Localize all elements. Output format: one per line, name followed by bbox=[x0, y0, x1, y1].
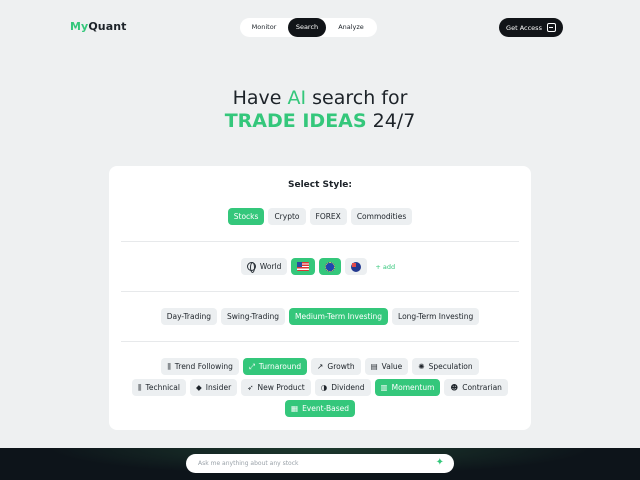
asset-chip-stocks[interactable]: Stocks bbox=[227, 208, 265, 225]
region-chip-eu[interactable] bbox=[319, 258, 342, 275]
asset-chip-crypto[interactable]: Crypto bbox=[268, 208, 306, 225]
strategy-label: Trend Following bbox=[174, 362, 233, 371]
login-icon bbox=[546, 23, 556, 32]
contrarian-icon: ☻ bbox=[450, 382, 459, 392]
strategy-label: Dividend bbox=[331, 383, 365, 392]
tab-monitor[interactable]: Monitor bbox=[240, 18, 288, 37]
get-access-label: Get Access bbox=[506, 23, 542, 32]
strategy-label: Event-Based bbox=[302, 404, 350, 413]
hero-heading: Have AI search for TRADE IDEAS 24/7 bbox=[0, 86, 640, 132]
strategy-label: Contrarian bbox=[462, 383, 502, 392]
hero-trade-ideas: TRADE IDEAS bbox=[224, 110, 367, 132]
asset-chip-forex[interactable]: FOREX bbox=[309, 208, 347, 225]
candlestick-icon: ⫼ bbox=[167, 361, 171, 371]
ask-input[interactable] bbox=[198, 454, 418, 473]
strategy-label: Speculation bbox=[428, 362, 473, 371]
main-nav: Monitor Search Analyze bbox=[240, 18, 377, 37]
candlestick-icon: ⫼ bbox=[138, 382, 142, 392]
strategy-label: Technical bbox=[145, 383, 180, 392]
strategy-row-1: ⫼ Trend Following ⤢ Turnaround ↗ Growth ▤ Va… bbox=[109, 358, 531, 375]
add-region-link[interactable]: + add bbox=[371, 258, 399, 275]
globe-icon bbox=[246, 262, 256, 273]
ask-bar: ✦ bbox=[186, 454, 454, 473]
hero-line1-post: search for bbox=[306, 87, 408, 109]
get-access-button[interactable]: Get Access bbox=[499, 18, 563, 37]
style-panel: Select Style: Stocks Crypto FOREX Commod… bbox=[109, 166, 531, 430]
strategy-chip-momentum[interactable]: ▥ Momentum bbox=[374, 379, 441, 396]
strategy-chip-growth[interactable]: ↗ Growth bbox=[311, 358, 361, 375]
strategy-chip-event-based[interactable]: ▦ Event-Based bbox=[284, 400, 356, 417]
region-row: World + add bbox=[109, 258, 531, 275]
eu-flag-icon bbox=[325, 261, 336, 272]
hero-ai: AI bbox=[287, 87, 307, 109]
horizon-chip-medium-term[interactable]: Medium-Term Investing bbox=[289, 308, 389, 325]
strategy-label: Insider bbox=[205, 383, 232, 392]
brand-logo-part2: Quant bbox=[88, 20, 127, 33]
strategy-label: Momentum bbox=[391, 383, 435, 392]
speculation-icon: ✺ bbox=[418, 361, 425, 371]
horizon-chip-day-trading[interactable]: Day-Trading bbox=[160, 308, 217, 325]
region-chip-australia[interactable] bbox=[345, 258, 368, 275]
strategy-chip-new-product[interactable]: ➶ New Product bbox=[241, 379, 311, 396]
us-flag-icon bbox=[297, 262, 310, 271]
insider-icon: ◆ bbox=[195, 382, 202, 392]
strategy-label: New Product bbox=[257, 383, 305, 392]
strategy-chip-value[interactable]: ▤ Value bbox=[364, 358, 409, 375]
strategy-chip-speculation[interactable]: ✺ Speculation bbox=[412, 358, 479, 375]
strategy-chip-turnaround[interactable]: ⤢ Turnaround bbox=[242, 358, 308, 375]
divider bbox=[121, 341, 519, 342]
hero-line-1: Have AI search for bbox=[0, 86, 640, 110]
strategy-chip-insider[interactable]: ◆ Insider bbox=[189, 379, 238, 396]
value-icon: ▤ bbox=[370, 361, 378, 371]
tab-analyze[interactable]: Analyze bbox=[326, 18, 376, 37]
hero-line2-post: 24/7 bbox=[366, 110, 416, 132]
horizon-row: Day-Trading Swing-Trading Medium-Term In… bbox=[109, 308, 531, 325]
horizon-chip-swing-trading[interactable]: Swing-Trading bbox=[220, 308, 285, 325]
brand-logo[interactable]: MyQuant bbox=[70, 20, 127, 33]
style-panel-title: Select Style: bbox=[288, 180, 352, 190]
australia-flag-icon bbox=[351, 261, 362, 272]
strategy-row-2: ⫼ Technical ◆ Insider ➶ New Product ◑ Divide… bbox=[109, 379, 531, 396]
strategy-label: Turnaround bbox=[258, 362, 302, 371]
brand-logo-part1: My bbox=[70, 20, 89, 33]
strategy-chip-contrarian[interactable]: ☻ Contrarian bbox=[444, 379, 508, 396]
top-bar: MyQuant Monitor Search Analyze Get Acces… bbox=[0, 0, 640, 56]
region-world-label: World bbox=[259, 262, 282, 271]
bottom-bar: ✦ bbox=[0, 448, 640, 480]
turnaround-icon: ⤢ bbox=[248, 361, 255, 371]
sparkle-icon[interactable]: ✦ bbox=[436, 458, 444, 468]
rocket-icon: ➶ bbox=[247, 382, 254, 392]
dividend-icon: ◑ bbox=[320, 382, 328, 392]
divider bbox=[121, 241, 519, 242]
hero-line-2: TRADE IDEAS 24/7 bbox=[0, 110, 640, 132]
hero-line1-pre: Have bbox=[232, 87, 288, 109]
asset-class-row: Stocks Crypto FOREX Commodities bbox=[109, 208, 531, 225]
tab-search[interactable]: Search bbox=[288, 18, 326, 37]
strategy-label: Value bbox=[381, 362, 403, 371]
asset-chip-commodities[interactable]: Commodities bbox=[350, 208, 413, 225]
calendar-icon: ▦ bbox=[290, 403, 299, 413]
divider bbox=[121, 291, 519, 292]
growth-icon: ↗ bbox=[317, 361, 324, 371]
region-chip-us[interactable] bbox=[291, 258, 316, 275]
strategy-label: Growth bbox=[327, 362, 355, 371]
horizon-chip-long-term[interactable]: Long-Term Investing bbox=[392, 308, 480, 325]
strategy-chip-dividend[interactable]: ◑ Dividend bbox=[314, 379, 371, 396]
bar-chart-icon: ▥ bbox=[380, 382, 388, 392]
strategy-chip-technical[interactable]: ⫼ Technical bbox=[132, 379, 186, 396]
strategy-row-3: ▦ Event-Based bbox=[109, 400, 531, 417]
region-chip-world[interactable]: World bbox=[240, 258, 288, 275]
strategy-chip-trend-following[interactable]: ⫼ Trend Following bbox=[161, 358, 239, 375]
